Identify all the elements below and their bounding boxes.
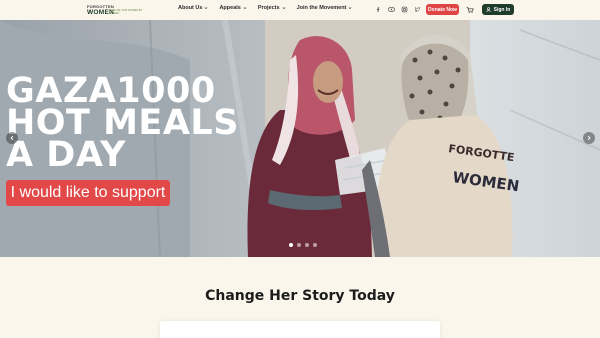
carousel-dot[interactable]	[305, 243, 309, 247]
hero-carousel: FORGOTTE WOMEN GAZA1000 HOT MEALS A DAY …	[0, 20, 600, 257]
user-icon	[485, 7, 491, 12]
logo-tagline: SAVE ME. FOR WOMEN BY WOMEN	[109, 9, 143, 15]
social-links	[375, 6, 421, 13]
carousel-dots	[289, 243, 317, 247]
page: FORGOTTEN WOMEN SAVE ME. FOR WOMEN BY WO…	[0, 0, 600, 338]
nav-label: Appeals	[219, 5, 241, 11]
nav-item-appeals[interactable]: Appeals	[219, 5, 247, 11]
section-title: Change Her Story Today	[205, 288, 395, 304]
donate-now-button[interactable]: Donate Now	[426, 4, 459, 15]
nav-item-projects[interactable]: Projects	[258, 5, 286, 11]
nav-item-about-us[interactable]: About Us	[178, 5, 208, 11]
site-header: FORGOTTEN WOMEN SAVE ME. FOR WOMEN BY WO…	[0, 0, 600, 20]
nav-label: About Us	[178, 5, 203, 11]
hero-headline-line: A DAY	[6, 135, 126, 175]
youtube-icon[interactable]	[388, 6, 395, 13]
nav-item-join-the-movement[interactable]: Join the Movement	[297, 5, 353, 11]
instagram-icon[interactable]	[401, 6, 408, 13]
nav-label: Projects	[257, 5, 280, 11]
nav-label: Join the Movement	[296, 5, 347, 11]
facebook-icon[interactable]	[375, 6, 382, 13]
hero-headline: GAZA1000 HOT MEALS A DAY	[6, 74, 239, 175]
donation-form-card	[160, 321, 440, 338]
carousel-dot[interactable]	[297, 243, 301, 247]
chevron-down-icon	[243, 7, 247, 9]
chevron-down-icon	[282, 7, 285, 9]
carousel-dot[interactable]	[313, 243, 317, 247]
chevron-left-icon	[10, 135, 14, 141]
chevron-down-icon	[205, 7, 208, 9]
carousel-prev-button[interactable]	[6, 132, 18, 144]
chevron-right-icon	[587, 135, 591, 141]
support-cta-button[interactable]: I would like to support	[6, 180, 170, 206]
main-nav: About Us Appeals Projects Join the Movem…	[178, 5, 352, 11]
twitter-icon[interactable]	[414, 6, 421, 13]
carousel-dot[interactable]	[289, 243, 293, 247]
sign-in-button[interactable]: Sign In	[482, 4, 514, 15]
logo[interactable]: FORGOTTEN WOMEN SAVE ME. FOR WOMEN BY WO…	[87, 4, 149, 17]
sign-in-label: Sign In	[493, 6, 511, 13]
carousel-next-button[interactable]	[583, 132, 595, 144]
cart-icon[interactable]	[466, 6, 474, 14]
chevron-down-icon	[348, 7, 352, 9]
